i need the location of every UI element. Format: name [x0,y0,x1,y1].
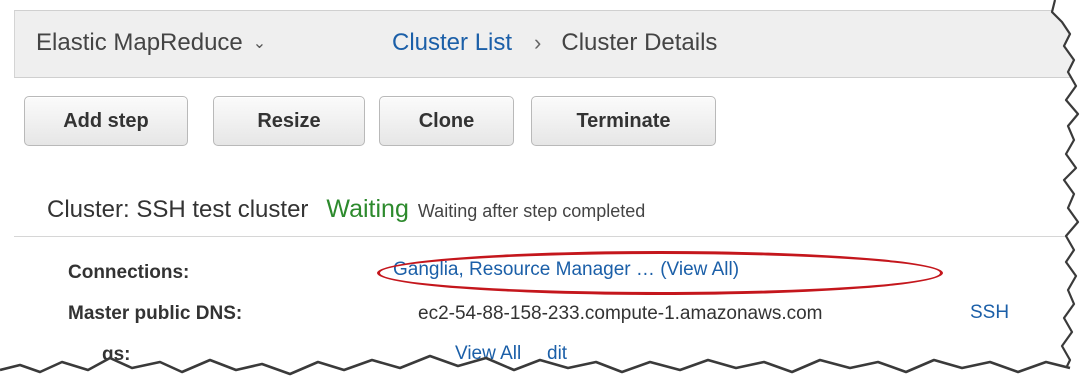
torn-paper-edge [0,0,1092,381]
